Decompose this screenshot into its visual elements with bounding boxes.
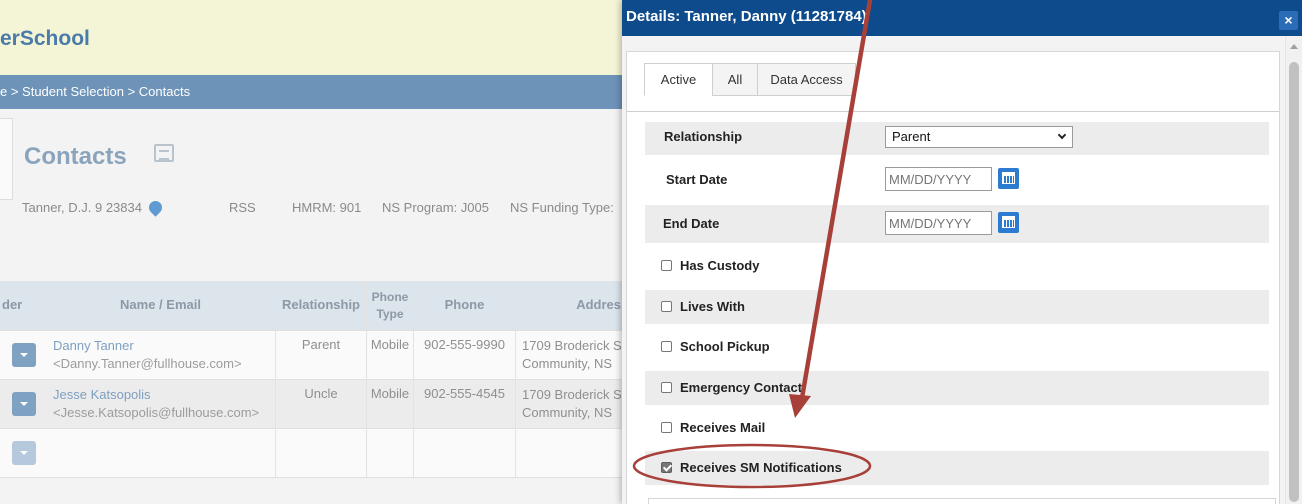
- close-icon[interactable]: ×: [1279, 11, 1298, 30]
- contact-name-link[interactable]: Jesse Katsopolis: [53, 386, 275, 404]
- dialog-title-bar[interactable]: Details: Tanner, Danny (11281784) ×: [622, 0, 1302, 36]
- school-pickup-row[interactable]: School Pickup: [645, 330, 1269, 364]
- breadcrumb[interactable]: e > Student Selection > Contacts: [0, 75, 640, 109]
- cell-relationship: Uncle: [276, 380, 367, 428]
- cell-phone-type: Mobile: [367, 331, 414, 379]
- dialog-title: Details: Tanner, Danny (11281784): [626, 8, 867, 25]
- receives-mail-checkbox[interactable]: [661, 422, 672, 433]
- relationship-row: Relationship Parent: [645, 122, 1269, 155]
- contacts-card-icon[interactable]: [154, 144, 174, 162]
- has-custody-row[interactable]: Has Custody: [645, 249, 1269, 283]
- contact-email: <Danny.Tanner@fullhouse.com>: [53, 356, 242, 371]
- vertical-scrollbar[interactable]: [1285, 36, 1302, 504]
- relationship-selected-value: Parent: [892, 129, 931, 144]
- has-custody-checkbox[interactable]: [661, 260, 672, 271]
- table-header-row: der Name / Email Relationship Phone Type…: [0, 281, 640, 331]
- cell-phone-type: [367, 429, 414, 477]
- next-section-box: [648, 498, 1276, 504]
- cell-relationship: [276, 429, 367, 477]
- end-date-calendar-button[interactable]: [998, 212, 1019, 233]
- tab-active[interactable]: Active: [644, 63, 713, 96]
- has-custody-label: Has Custody: [680, 258, 760, 273]
- page-title: Contacts: [24, 143, 127, 170]
- school-pickup-checkbox[interactable]: [661, 341, 672, 352]
- receives-sm-notifications-label: Receives SM Notifications: [680, 460, 842, 475]
- contact-email: <Jesse.Katsopolis@fullhouse.com>: [53, 405, 260, 420]
- receives-sm-notifications-row[interactable]: Receives SM Notifications: [645, 451, 1269, 485]
- relationship-select[interactable]: Parent: [885, 126, 1073, 148]
- receives-sm-notifications-checkbox[interactable]: [661, 462, 672, 473]
- school-pickup-label: School Pickup: [680, 339, 770, 354]
- cell-phone: 902-555-9990: [414, 331, 516, 379]
- student-school: RSS: [229, 200, 256, 215]
- table-row: Jesse Katsopolis <Jesse.Katsopolis@fullh…: [0, 380, 640, 429]
- contact-name-link[interactable]: Danny Tanner: [53, 337, 275, 355]
- start-date-label: Start Date: [666, 172, 728, 187]
- contact-details-dialog: Details: Tanner, Danny (11281784) × Acti…: [622, 0, 1302, 504]
- col-header-phone-type[interactable]: Phone Type: [367, 281, 414, 330]
- tab-data-access[interactable]: Data Access: [757, 63, 856, 96]
- col-header-relationship[interactable]: Relationship: [276, 281, 367, 330]
- student-funding: NS Funding Type:: [510, 200, 614, 215]
- receives-mail-row[interactable]: Receives Mail: [645, 411, 1269, 445]
- student-name[interactable]: Tanner, D.J. 9 23834: [22, 200, 142, 215]
- table-row: Danny Tanner <Danny.Tanner@fullhouse.com…: [0, 331, 640, 380]
- cell-name-email: [46, 429, 276, 477]
- lives-with-checkbox[interactable]: [661, 301, 672, 312]
- row-menu-button[interactable]: [12, 441, 36, 465]
- student-hmrm: HMRM: 901: [292, 200, 362, 215]
- student-program: NS Program: J005: [382, 200, 489, 215]
- cell-phone: [414, 429, 516, 477]
- chevron-down-icon: [1057, 130, 1067, 140]
- app-logo: erSchool: [0, 27, 90, 50]
- cell-phone: 902-555-4545: [414, 380, 516, 428]
- calendar-icon: [1002, 172, 1015, 184]
- details-panel: Active All Data Access Relationship Pare…: [626, 51, 1280, 504]
- emergency-contact-row[interactable]: Emergency Contact: [645, 371, 1269, 405]
- scroll-up-arrow-icon[interactable]: [1290, 44, 1298, 49]
- table-row-empty: [0, 429, 640, 478]
- lives-with-label: Lives With: [680, 299, 745, 314]
- title-card-edge: [0, 118, 13, 200]
- tab-all[interactable]: All: [712, 63, 758, 96]
- dialog-body: Active All Data Access Relationship Pare…: [622, 36, 1302, 504]
- col-header-name-email[interactable]: Name / Email: [46, 281, 276, 330]
- scroll-thumb[interactable]: [1289, 62, 1299, 502]
- row-menu-button[interactable]: [12, 343, 36, 367]
- col-header-order[interactable]: der: [0, 281, 46, 330]
- lives-with-row[interactable]: Lives With: [645, 290, 1269, 324]
- end-date-label: End Date: [663, 216, 720, 231]
- calendar-icon: [1002, 216, 1015, 228]
- cell-name-email: Danny Tanner <Danny.Tanner@fullhouse.com…: [46, 331, 276, 379]
- emergency-contact-checkbox[interactable]: [661, 382, 672, 393]
- app-header: erSchool: [0, 0, 640, 75]
- cell-phone-type: Mobile: [367, 380, 414, 428]
- row-menu-button[interactable]: [12, 392, 36, 416]
- emergency-contact-label: Emergency Contact: [680, 380, 803, 395]
- cell-name-email: Jesse Katsopolis <Jesse.Katsopolis@fullh…: [46, 380, 276, 428]
- relationship-label: Relationship: [664, 129, 743, 144]
- start-date-calendar-button[interactable]: [998, 168, 1019, 189]
- end-date-row: End Date: [645, 205, 1269, 243]
- receives-mail-label: Receives Mail: [680, 420, 766, 435]
- start-date-row: Start Date: [645, 161, 1269, 199]
- start-date-input[interactable]: [885, 167, 992, 191]
- tab-divider: [627, 111, 1279, 112]
- cell-relationship: Parent: [276, 331, 367, 379]
- col-header-phone[interactable]: Phone: [414, 281, 516, 330]
- end-date-input[interactable]: [885, 211, 992, 235]
